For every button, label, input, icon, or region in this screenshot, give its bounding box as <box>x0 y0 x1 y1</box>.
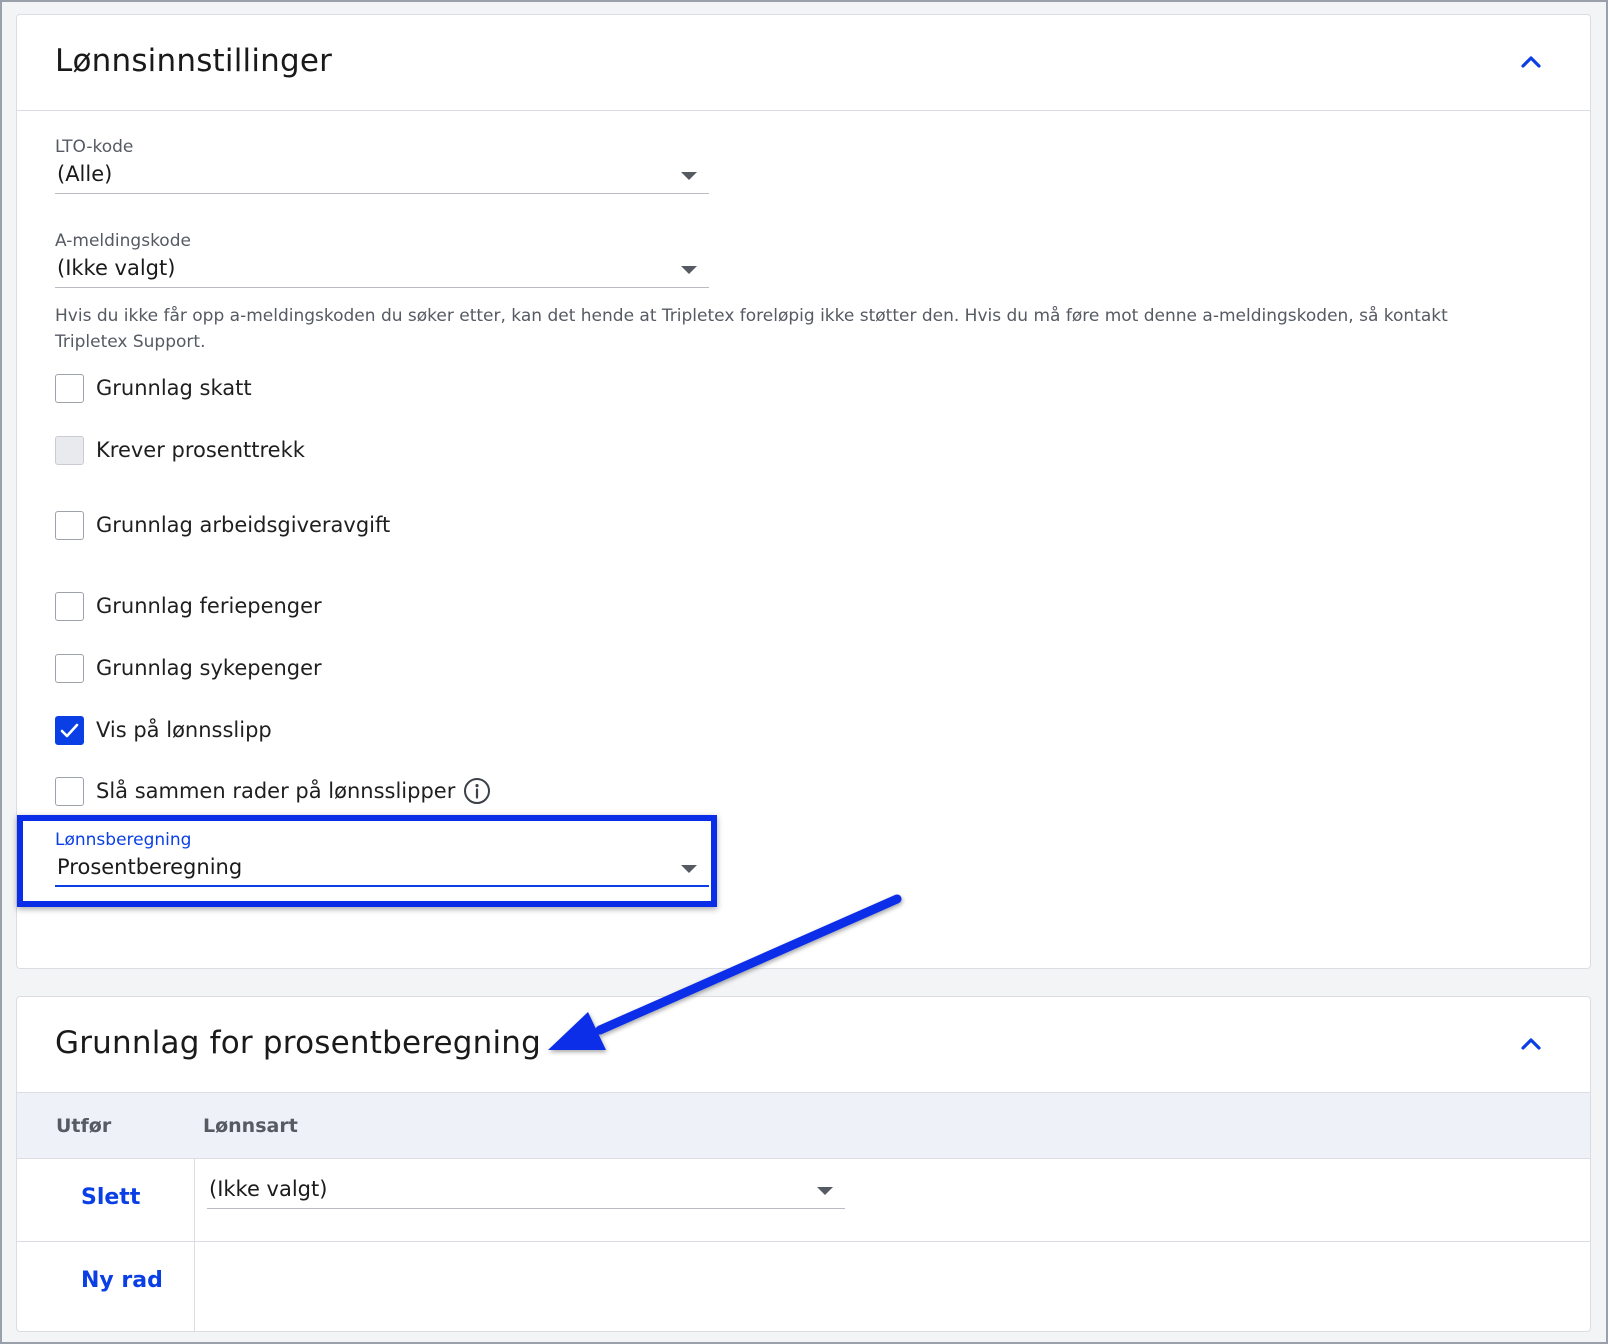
a-message-code-select[interactable]: (Ikke valgt) <box>55 252 709 288</box>
checkbox-row-employer-tax-basis[interactable]: Grunnlag arbeidsgiveravgift <box>55 510 390 540</box>
percent-deduction-checkbox <box>55 435 84 465</box>
holiday-pay-basis-label: Grunnlag feriepenger <box>96 594 322 618</box>
salary-calculation-label: Lønnsberegning <box>55 830 192 850</box>
delete-row-link[interactable]: Slett <box>81 1185 140 1210</box>
percent-basis-table-header: Utfør Lønnsart <box>17 1093 1590 1159</box>
chevron-up-icon <box>1521 1038 1541 1050</box>
show-on-payslip-checkbox[interactable] <box>55 715 84 745</box>
tax-basis-label: Grunnlag skatt <box>96 376 252 400</box>
lto-code-field: LTO-kode (Alle) <box>55 136 709 194</box>
salary-settings-header: Lønnsinnstillinger <box>17 15 1590 111</box>
dropdown-caret-icon <box>681 172 697 180</box>
checkbox-row-percent-deduction: Krever prosenttrekk <box>55 435 305 465</box>
dropdown-caret-icon <box>681 266 697 274</box>
column-header-salary-type: Lønnsart <box>203 1115 298 1137</box>
a-message-code-label: A-meldingskode <box>55 231 191 251</box>
checkbox-row-sick-pay-basis[interactable]: Grunnlag sykepenger <box>55 653 322 683</box>
chevron-up-icon <box>1521 56 1541 68</box>
salary-calculation-field: Lønnsberegning Prosentberegning <box>55 829 709 887</box>
salary-settings-panel: Lønnsinnstillinger LTO-kode (Alle) A-mel… <box>16 14 1591 969</box>
table-row: Slett (Ikke valgt) <box>17 1159 1590 1242</box>
new-row-link[interactable]: Ny rad <box>81 1268 163 1293</box>
merge-rows-label: Slå sammen rader på lønnsslipper <box>96 779 456 803</box>
table-row: Ny rad <box>17 1242 1590 1331</box>
sick-pay-basis-checkbox[interactable] <box>55 653 84 683</box>
merge-rows-checkbox[interactable] <box>55 776 84 806</box>
collapse-salary-settings-button[interactable] <box>1516 47 1546 77</box>
checkbox-row-merge-rows[interactable]: Slå sammen rader på lønnsslipper <box>55 776 491 806</box>
holiday-pay-basis-checkbox[interactable] <box>55 591 84 621</box>
checkbox-row-show-on-payslip[interactable]: Vis på lønnsslipp <box>55 715 272 745</box>
column-header-action: Utfør <box>56 1115 112 1137</box>
percent-basis-title: Grunnlag for prosentberegning <box>55 1025 542 1061</box>
percent-basis-panel: Grunnlag for prosentberegning Utfør Lønn… <box>16 996 1591 1332</box>
sick-pay-basis-label: Grunnlag sykepenger <box>96 656 322 680</box>
info-icon[interactable] <box>463 777 491 805</box>
percent-deduction-label: Krever prosenttrekk <box>96 438 305 462</box>
salary-calculation-select[interactable]: Prosentberegning <box>55 851 709 887</box>
dropdown-caret-icon <box>681 865 697 873</box>
salary-type-field: (Ikke valgt) <box>207 1173 845 1209</box>
a-message-code-field: A-meldingskode (Ikke valgt) <box>55 230 709 288</box>
checkbox-row-holiday-pay-basis[interactable]: Grunnlag feriepenger <box>55 591 322 621</box>
show-on-payslip-label: Vis på lønnsslipp <box>96 718 272 742</box>
column-divider <box>194 1159 195 1331</box>
salary-settings-title: Lønnsinnstillinger <box>55 43 333 79</box>
employer-tax-basis-checkbox[interactable] <box>55 510 84 540</box>
dropdown-caret-icon <box>817 1187 833 1195</box>
collapse-percent-basis-button[interactable] <box>1516 1029 1546 1059</box>
a-message-code-value: (Ikke valgt) <box>57 256 176 280</box>
salary-type-select[interactable]: (Ikke valgt) <box>207 1173 845 1209</box>
checkbox-row-tax-basis[interactable]: Grunnlag skatt <box>55 373 252 403</box>
percent-basis-header: Grunnlag for prosentberegning <box>17 997 1590 1093</box>
tax-basis-checkbox[interactable] <box>55 373 84 403</box>
salary-type-value: (Ikke valgt) <box>209 1177 328 1201</box>
lto-code-value: (Alle) <box>57 162 113 186</box>
checkmark-icon <box>60 723 79 737</box>
lto-code-label: LTO-kode <box>55 137 134 157</box>
lto-code-select[interactable]: (Alle) <box>55 158 709 194</box>
employer-tax-basis-label: Grunnlag arbeidsgiveravgift <box>96 513 391 537</box>
a-message-code-help-text: Hvis du ikke får opp a-meldingskoden du … <box>55 306 1448 352</box>
salary-calculation-value: Prosentberegning <box>57 855 243 879</box>
